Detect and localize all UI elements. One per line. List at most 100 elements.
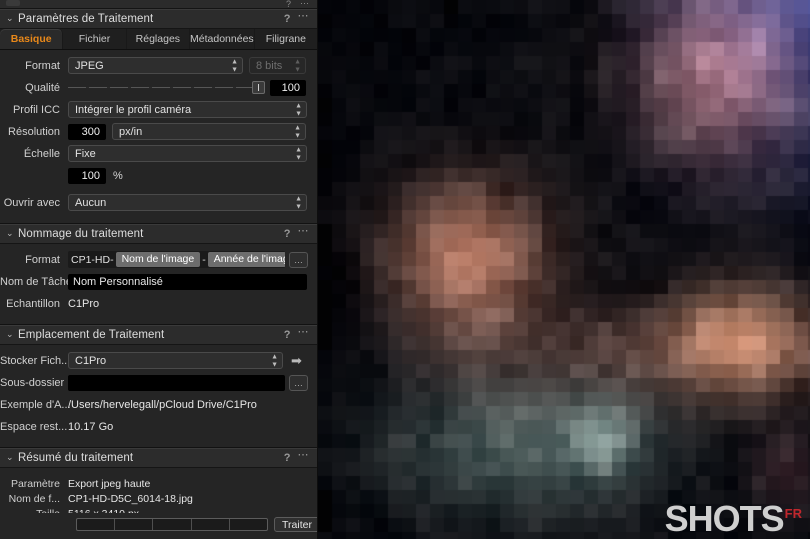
section-tools: ? ⋯ [284, 449, 310, 464]
pixelated-photo [318, 0, 810, 539]
resolution-unit-select[interactable]: px/in ▲ ▼ [112, 123, 306, 140]
section-title: Emplacement de Traitement [18, 329, 165, 341]
process-progress-bar [76, 518, 268, 531]
row-naming-format: Format CP1-HD- Nom de l'image - Année de… [0, 250, 317, 269]
chevron-updown-icon: ▲ ▼ [294, 58, 301, 73]
section-header-summary[interactable]: ⌄ Résumé du traitement ? ⋯ [0, 448, 317, 468]
format-select[interactable]: JPEG ▲ ▼ [68, 57, 243, 74]
settings-tabbar: Basique Fichier Réglages Métadonnées Fil… [0, 29, 317, 50]
naming-format-label: Format [25, 253, 60, 266]
chevron-down-icon[interactable]: ⌄ [6, 329, 18, 339]
chevron-down-icon[interactable]: ⌄ [6, 13, 18, 23]
image-viewer[interactable]: SHOTSFR [318, 0, 810, 539]
format-label: Format [25, 59, 60, 72]
naming-format-more-button[interactable]: … [289, 251, 308, 268]
quality-slider-handle[interactable] [252, 81, 265, 94]
section-tools: ? ⋯ [284, 10, 310, 25]
section-tools: ? ⋯ [284, 225, 310, 240]
chevron-down-icon[interactable]: ⌄ [6, 228, 18, 238]
openwith-label: Ouvrir avec [3, 196, 60, 209]
help-icon[interactable]: ? [284, 13, 291, 25]
section-location: ⌄ Emplacement de Traitement ? ⋯ Stocker … [0, 325, 317, 448]
openwith-select-value: Aucun [75, 196, 107, 209]
summary-row: Paramètre Export jpeg haute [0, 476, 317, 491]
help-icon[interactable]: ? [286, 0, 291, 9]
row-subfolder: Sous-dossier … [0, 373, 317, 392]
bitdepth-select[interactable]: 8 bits ▲ ▼ [249, 57, 306, 74]
chevron-updown-icon: ▲ ▼ [271, 353, 278, 368]
naming-format-field[interactable]: CP1-HD- Nom de l'image - Année de l'imag [68, 251, 285, 268]
scale-select[interactable]: Fixe ▲ ▼ [68, 145, 307, 162]
watermark-superscript: FR [784, 506, 802, 521]
progress-segment [77, 519, 116, 530]
summary-value: CP1-HD-D5C_6014-18.jpg [68, 492, 193, 505]
process-button[interactable]: Traiter [274, 517, 317, 532]
panel-toggle-switch-icon[interactable] [6, 0, 20, 6]
scale-select-value: Fixe [75, 147, 96, 160]
resolution-label: Résolution [8, 125, 60, 138]
section-process-settings: ⌄ Paramètres de Traitement ? ⋯ Basique F… [0, 9, 317, 224]
subfolder-input[interactable] [68, 374, 285, 391]
quality-value-field[interactable]: 100 [270, 79, 306, 96]
location-body: Stocker Fich... C1Pro ▲ ▼ ➡ Sous-dossier … [0, 345, 317, 447]
scale-label: Échelle [23, 147, 60, 160]
row-resolution: Résolution 300 px/in ▲ ▼ [0, 122, 317, 141]
reveal-folder-arrow-icon[interactable]: ➡ [291, 354, 302, 367]
tab-reglages[interactable]: Réglages [127, 29, 191, 49]
help-icon[interactable]: ? [284, 452, 291, 464]
tool-panel: ? ⋯ ⌄ Paramètres de Traitement ? ⋯ Basiq… [0, 0, 318, 539]
more-options-icon[interactable]: ⋯ [298, 326, 310, 338]
store-label: Stocker Fich... [0, 354, 71, 367]
tab-metadonnees[interactable]: Métadonnées [190, 29, 255, 49]
chevron-down-icon[interactable]: ⌄ [6, 452, 18, 462]
row-icc-profile: Profil ICC Intégrer le profil caméra ▲ ▼ [0, 100, 317, 119]
section-naming: ⌄ Nommage du traitement ? ⋯ Format CP1-H… [0, 224, 317, 325]
help-icon[interactable]: ? [284, 228, 291, 240]
tab-basique[interactable]: Basique [0, 29, 64, 49]
subfolder-browse-button[interactable]: … [289, 374, 308, 391]
section-header-process-settings[interactable]: ⌄ Paramètres de Traitement ? ⋯ [0, 9, 317, 29]
section-title: Résumé du traitement [18, 452, 134, 464]
resolution-value: 300 [81, 125, 100, 138]
token-image-year[interactable]: Année de l'imag [207, 252, 285, 267]
store-select-value: C1Pro [75, 354, 107, 367]
more-options-icon[interactable]: ⋯ [298, 225, 310, 237]
resolution-input[interactable]: 300 [68, 123, 106, 140]
section-header-location[interactable]: ⌄ Emplacement de Traitement ? ⋯ [0, 325, 317, 345]
scale-percent-unit: % [113, 169, 123, 182]
openwith-select[interactable]: Aucun ▲ ▼ [68, 194, 307, 211]
shots-watermark: SHOTSFR [665, 496, 802, 537]
more-options-icon[interactable]: ⋯ [298, 10, 310, 22]
partial-panel-header-above: ? ⋯ [0, 0, 317, 9]
icc-select-value: Intégrer le profil caméra [75, 103, 192, 116]
tab-filigrane[interactable]: Filigrane [255, 29, 317, 49]
tab-fichier[interactable]: Fichier [63, 29, 127, 49]
jobname-value: Nom Personnalisé [73, 275, 163, 288]
sample-value: C1Pro [68, 297, 100, 310]
naming-prefix-text: CP1-HD- [71, 253, 114, 266]
more-options-icon[interactable]: ⋯ [300, 0, 309, 9]
section-tools: ? ⋯ [284, 326, 310, 341]
jobname-input[interactable]: Nom Personnalisé [68, 273, 307, 290]
scale-percent-input[interactable]: 100 [68, 167, 106, 184]
row-example: Exemple d'A... /Users/hervelegall/pCloud… [0, 395, 317, 414]
help-icon[interactable]: ? [284, 329, 291, 341]
quality-slider[interactable] [68, 79, 265, 96]
jobname-label: Nom de Tâche [0, 275, 72, 288]
resolution-unit-value: px/in [119, 125, 143, 138]
scale-percent-value: 100 [81, 169, 100, 182]
section-header-naming[interactable]: ⌄ Nommage du traitement ? ⋯ [0, 224, 317, 244]
example-value: /Users/hervelegall/pCloud Drive/C1Pro [68, 398, 257, 411]
token-image-name[interactable]: Nom de l'image [115, 252, 201, 267]
section-title: Paramètres de Traitement [18, 13, 154, 25]
row-job-name: Nom de Tâche Nom Personnalisé [0, 272, 317, 291]
icc-select[interactable]: Intégrer le profil caméra ▲ ▼ [68, 101, 307, 118]
icc-label: Profil ICC [12, 103, 60, 116]
more-options-icon[interactable]: ⋯ [298, 449, 310, 461]
store-select[interactable]: C1Pro ▲ ▼ [68, 352, 283, 369]
quality-slider-track[interactable] [68, 87, 265, 88]
process-settings-body: Format JPEG ▲ ▼ 8 bits ▲ ▼ Qualité 100 P… [0, 50, 317, 223]
bitdepth-value: 8 bits [256, 59, 283, 72]
chevron-updown-icon: ▲ ▼ [295, 146, 302, 161]
summary-label: Paramètre [10, 477, 60, 490]
